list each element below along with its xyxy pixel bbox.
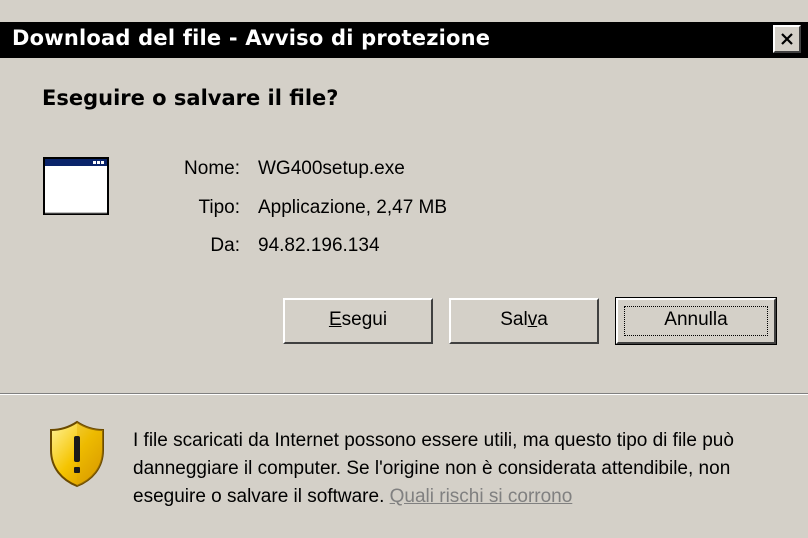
- run-button-label: Esegui: [328, 309, 388, 330]
- cancel-button[interactable]: Annulla: [615, 297, 777, 345]
- close-button[interactable]: [773, 25, 801, 53]
- file-name-value: WG400setup.exe: [258, 158, 405, 179]
- security-warning-dialog: Download del file - Avviso di protezione…: [0, 0, 808, 538]
- title-bar[interactable]: Download del file - Avviso di protezione: [0, 22, 808, 58]
- close-icon: [781, 33, 793, 45]
- security-warning-text: I file scaricati da Internet possono ess…: [133, 427, 793, 511]
- file-type-label: Tipo:: [198, 197, 240, 218]
- window-title: Download del file - Avviso di protezione: [12, 26, 491, 50]
- security-shield-warning-icon: [50, 420, 104, 488]
- save-button-label: Salva: [500, 309, 548, 330]
- separator: [0, 393, 808, 395]
- file-source-label: Da:: [210, 235, 240, 256]
- cancel-button-label: Annulla: [664, 309, 728, 330]
- save-button[interactable]: Salva: [449, 298, 599, 344]
- run-button[interactable]: Esegui: [283, 298, 433, 344]
- risks-link[interactable]: Quali rischi si corrono: [390, 486, 573, 507]
- dialog-question: Eseguire o salvare il file?: [42, 86, 339, 110]
- file-type-value: Applicazione, 2,47 MB: [258, 197, 448, 218]
- file-name-label: Nome:: [184, 158, 240, 179]
- file-source-value: 94.82.196.134: [258, 235, 380, 256]
